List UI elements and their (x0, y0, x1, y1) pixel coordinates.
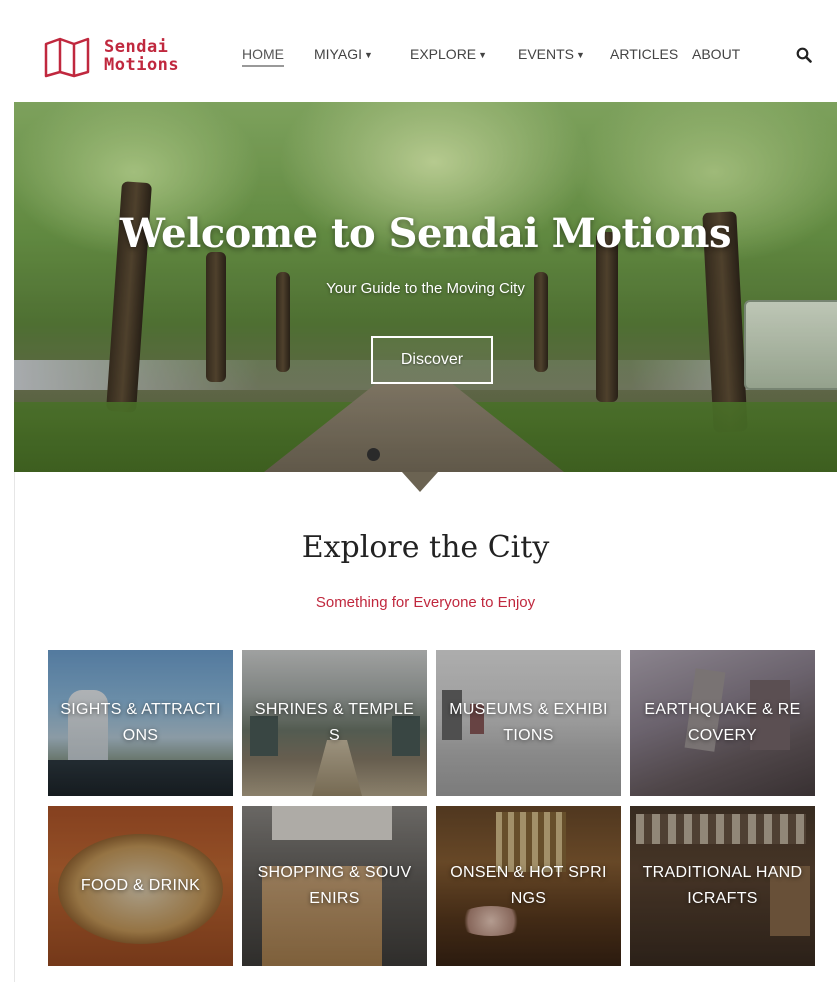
category-tile-sights[interactable]: SIGHTS & ATTRACTIONS (48, 650, 233, 796)
carousel-dot[interactable] (367, 448, 380, 461)
nav-miyagi-label: MIYAGI (314, 46, 362, 62)
search-icon[interactable] (796, 47, 812, 63)
section-subtitle: Something for Everyone to Enjoy (315, 594, 536, 611)
category-label: MUSEUMS & EXHIBITIONS (449, 701, 608, 744)
nav-about[interactable]: ABOUT (692, 46, 740, 62)
nav-about-label: ABOUT (692, 46, 741, 62)
site-header: Sendai Motions HOME MIYAGI ▼ EXPLORE ▼ EVE… (14, 10, 837, 102)
logo-line-1: Sendai (104, 37, 169, 57)
nav-events[interactable]: EVENTS ▼ (518, 46, 585, 62)
hero-down-arrow-icon (402, 472, 438, 492)
category-label: FOOD & DRINK (80, 877, 201, 894)
category-label: SHRINES & TEMPLES (254, 701, 415, 744)
nav-home-label: HOME (242, 46, 284, 62)
nav-articles[interactable]: ARTICLES (610, 46, 678, 62)
category-tile-earthquake[interactable]: EARTHQUAKE & RECOVERY (630, 650, 815, 796)
discover-button[interactable]: Discover (371, 336, 493, 384)
category-tile-museums[interactable]: MUSEUMS & EXHIBITIONS (436, 650, 621, 796)
hero-banner: Welcome to Sendai Motions Your Guide to … (14, 102, 837, 472)
hero-subtitle: Your Guide to the Moving City (326, 280, 525, 297)
chevron-down-icon: ▼ (363, 50, 373, 60)
section-title: Explore the City (301, 530, 550, 565)
hero-title: Welcome to Sendai Motions (120, 210, 731, 257)
nav-articles-label: ARTICLES (610, 46, 679, 62)
nav-home[interactable]: HOME (242, 46, 284, 67)
category-label: SHOPPING & SOUVENIRS (257, 864, 412, 907)
category-tile-onsen[interactable]: ONSEN & HOT SPRINGS (436, 806, 621, 966)
nav-miyagi[interactable]: MIYAGI ▼ (314, 46, 373, 62)
site-logo-text: Sendai Motions (104, 38, 179, 74)
map-book-icon (44, 37, 90, 78)
chevron-down-icon: ▼ (576, 50, 585, 60)
category-label: EARTHQUAKE & RECOVERY (644, 701, 801, 744)
category-label: ONSEN & HOT SPRINGS (450, 864, 607, 907)
nav-explore[interactable]: EXPLORE ▼ (410, 46, 487, 62)
site-logo[interactable]: Sendai Motions (42, 34, 179, 78)
category-label: TRADITIONAL HANDICRAFTS (642, 864, 803, 907)
logo-line-2: Motions (104, 55, 180, 75)
chevron-down-icon: ▼ (478, 50, 488, 60)
nav-explore-label: EXPLORE (410, 46, 477, 62)
category-label: SIGHTS & ATTRACTIONS (60, 701, 221, 744)
category-tile-shopping[interactable]: SHOPPING & SOUVENIRS (242, 806, 427, 966)
category-tile-food[interactable]: FOOD & DRINK (48, 806, 233, 966)
category-tile-shrines[interactable]: SHRINES & TEMPLES (242, 650, 427, 796)
nav-events-label: EVENTS (518, 46, 575, 62)
category-tile-handicrafts[interactable]: TRADITIONAL HANDICRAFTS (630, 806, 815, 966)
